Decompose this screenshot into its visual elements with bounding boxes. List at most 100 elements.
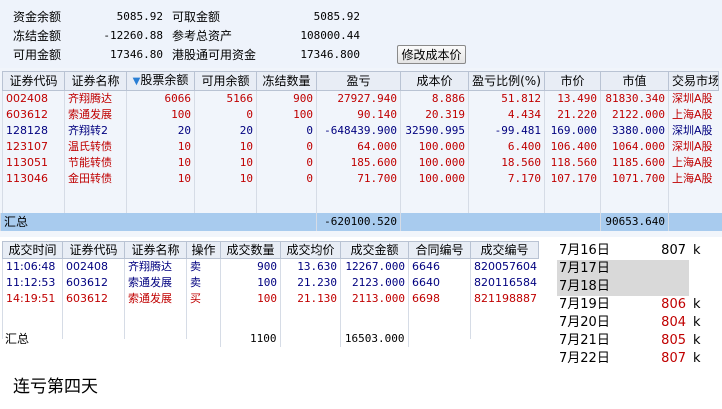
trade-col-avg[interactable]: 成交均价 — [280, 241, 341, 259]
position-cost: 8.886 — [400, 90, 469, 107]
daily-row: 7月18日 — [557, 278, 707, 296]
trade-col-deal[interactable]: 成交编号 — [470, 241, 539, 259]
trade-row[interactable]: 11:06:48 002408 齐翔腾达卖 900 13.630 12267.000 664… — [2, 258, 539, 275]
trade-avg: 13.630 — [280, 258, 341, 275]
hk-available-label: 港股通可用资金 — [172, 48, 257, 62]
caption-text: 连亏第四天 — [13, 377, 98, 397]
position-row[interactable]: 128128 齐翔转2 20 20 0 -648439.900 32590.995 -99.4… — [2, 123, 719, 139]
daily-unit: k — [693, 243, 701, 258]
daily-row: 7月21日 805 k — [557, 332, 707, 350]
daily-date: 7月21日 — [559, 333, 610, 348]
trade-row[interactable]: 14:19:51 603612 索通发展买 100 21.130 2113.000 6698… — [2, 291, 539, 307]
col-header-balance-label: 股票余额 — [140, 73, 189, 87]
col-header-market[interactable]: 交易市场 — [668, 71, 719, 91]
col-header-name[interactable]: 证券名称 — [64, 71, 127, 91]
daily-row: 7月19日 806 k — [557, 296, 707, 314]
trades-total-qty: 1100 — [219, 331, 280, 347]
position-available: 10 — [194, 171, 257, 187]
position-name: 节能转债 — [64, 155, 127, 171]
position-price: 118.560 — [544, 155, 601, 171]
withdrawable-label: 可取金额 — [172, 10, 221, 24]
col-header-frozen[interactable]: 冻结数量 — [256, 71, 317, 91]
position-price: 13.490 — [544, 90, 601, 107]
position-ratio: 18.560 — [468, 155, 545, 171]
trade-col-code[interactable]: 证券代码 — [62, 241, 125, 259]
trades-table: 成交时间 证券代码 证券名称 操作 成交数量 成交均价 成交金额 合同编号 成交… — [2, 241, 539, 339]
position-market: 上海A股 — [668, 155, 719, 171]
position-pnl: 185.600 — [316, 155, 401, 171]
position-row[interactable]: 002408 齐翔腾达 6066 5166 900 27927.940 8.886 51.81… — [2, 90, 719, 107]
trade-col-amount[interactable]: 成交金额 — [340, 241, 409, 259]
daily-unit: k — [693, 315, 701, 330]
position-pnl: 27927.940 — [316, 90, 401, 107]
position-name: 索通发展 — [64, 107, 127, 123]
position-balance: 6066 — [126, 90, 195, 107]
trade-empty-row — [2, 307, 539, 323]
trade-contract: 6698 — [408, 291, 471, 307]
position-value: 1064.000 — [600, 139, 669, 155]
daily-date: 7月19日 — [559, 297, 610, 312]
daily-value — [629, 278, 689, 296]
trade-contract: 6646 — [408, 258, 471, 275]
position-price: 107.170 — [544, 171, 601, 187]
position-row[interactable]: 113046 金田转债 10 10 0 71.700 100.000 7.170 107.170… — [2, 171, 719, 187]
position-name: 金田转债 — [64, 171, 127, 187]
position-row[interactable]: 113051 节能转债 10 10 0 185.600 100.000 18.560 118.5… — [2, 155, 719, 171]
col-header-price[interactable]: 市价 — [544, 71, 601, 91]
trade-col-contract[interactable]: 合同编号 — [408, 241, 471, 259]
position-pnl: -648439.900 — [316, 123, 401, 139]
position-available: 5166 — [194, 90, 257, 107]
col-header-balance[interactable]: ▼股票余额 — [126, 71, 195, 91]
trade-amount: 2113.000 — [340, 291, 409, 307]
position-available: 0 — [194, 107, 257, 123]
trade-qty: 100 — [220, 291, 281, 307]
col-header-pnl[interactable]: 盈亏 — [316, 71, 401, 91]
trade-col-op[interactable]: 操作 — [186, 241, 221, 259]
position-empty-row — [2, 187, 719, 203]
position-name: 齐翔转2 — [64, 123, 127, 139]
col-header-code[interactable]: 证券代码 — [2, 71, 65, 91]
position-cost: 20.319 — [400, 107, 469, 123]
trade-deal: 820116584 — [470, 275, 539, 291]
position-value: 1185.600 — [600, 155, 669, 171]
position-cost: 100.000 — [400, 155, 469, 171]
daily-value: 805 — [661, 333, 686, 348]
position-balance: 10 — [126, 139, 195, 155]
position-market: 深圳A股 — [668, 123, 719, 139]
available-value: 17346.80 — [110, 48, 163, 61]
col-header-cost[interactable]: 成本价 — [400, 71, 469, 91]
withdrawable-value: 5085.92 — [313, 10, 360, 23]
position-cost: 100.000 — [400, 139, 469, 155]
position-frozen: 0 — [256, 139, 317, 155]
col-header-ratio[interactable]: 盈亏比例(%) — [468, 71, 545, 91]
daily-unit — [689, 278, 707, 296]
account-summary: 资金余额 5085.92 可取金额 5085.92 冻结金额 -12260.88… — [0, 0, 722, 68]
trade-op: 卖 — [186, 258, 221, 275]
position-value: 3380.000 — [600, 123, 669, 139]
position-ratio: 51.812 — [468, 90, 545, 107]
position-frozen: 0 — [256, 155, 317, 171]
trade-col-time[interactable]: 成交时间 — [2, 241, 63, 259]
trade-time: 14:19:51 — [2, 291, 63, 307]
position-row[interactable]: 603612 索通发展 100 0 100 90.140 20.319 4.434 21.220… — [2, 107, 719, 123]
col-header-available[interactable]: 可用余额 — [194, 71, 257, 91]
position-code: 123107 — [2, 139, 65, 155]
fund-balance-label: 资金余额 — [13, 10, 62, 24]
daily-row: 7月20日 804 k — [557, 314, 707, 332]
available-label: 可用金额 — [13, 48, 62, 62]
daily-value: 807 — [661, 243, 686, 258]
trade-name: 索通发展 — [124, 291, 187, 307]
position-frozen: 0 — [256, 171, 317, 187]
daily-unit: k — [693, 297, 701, 312]
positions-total-label: 汇总 — [0, 213, 317, 231]
positions-total-table: 汇总 -620100.520 90653.640 — [0, 213, 722, 231]
trade-row[interactable]: 11:12:53 603612 索通发展卖 100 21.230 2123.000 6640… — [2, 275, 539, 291]
position-pnl: 71.700 — [316, 171, 401, 187]
trade-col-name[interactable]: 证券名称 — [124, 241, 187, 259]
daily-values-table: 7月16日 807 k 7月17日 7月18日 7月19日 806 k 7月20日 804 k 7月2… — [557, 242, 707, 368]
position-row[interactable]: 123107 温氏转债 10 10 0 64.000 100.000 6.400 106.400… — [2, 139, 719, 155]
modify-cost-button[interactable]: 修改成本价 — [397, 45, 466, 64]
col-header-value[interactable]: 市值 — [600, 71, 669, 91]
trade-amount: 12267.000 — [340, 258, 409, 275]
trade-col-qty[interactable]: 成交数量 — [220, 241, 281, 259]
